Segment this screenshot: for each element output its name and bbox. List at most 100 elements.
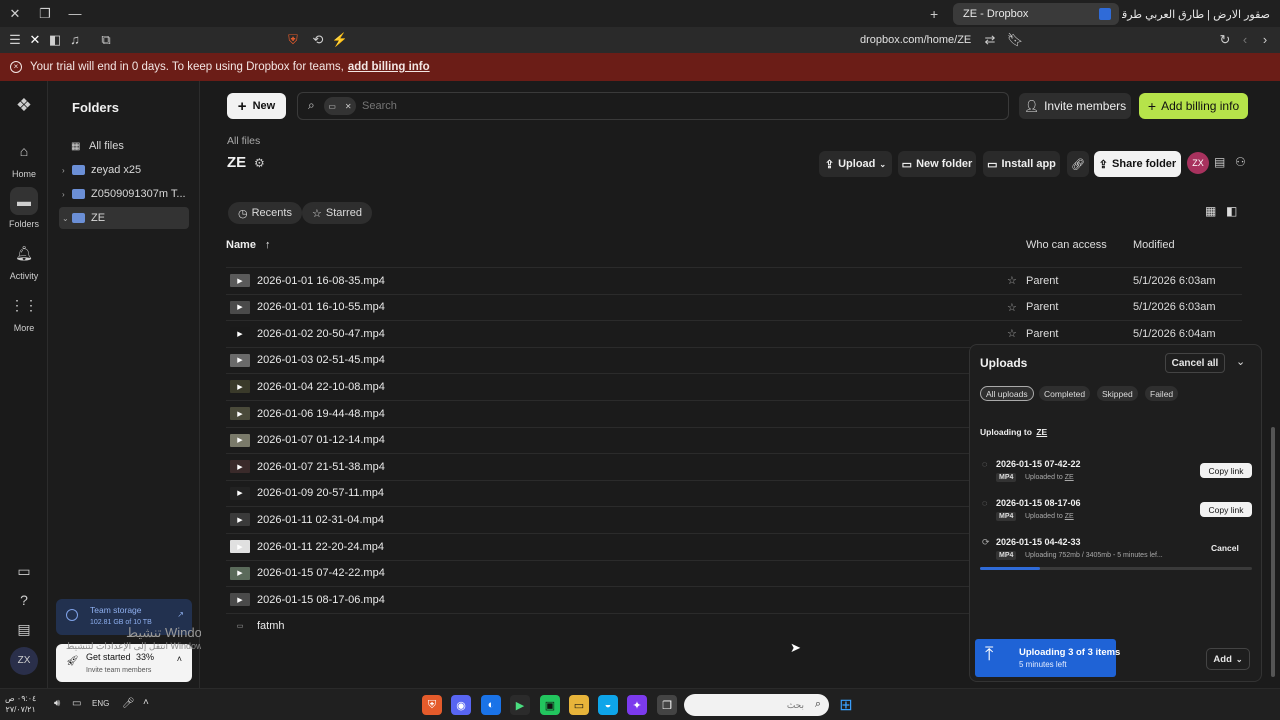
app-taskbar-icon[interactable]: ◐ [481, 695, 501, 715]
chevron-down-icon[interactable]: ⌄ [1236, 355, 1245, 368]
folder-item-ze[interactable]: ⌄ ZE [59, 207, 189, 229]
dropbox-logo-icon[interactable]: ❖ [0, 91, 48, 123]
table-row[interactable]: ▶ 2026-01-01 16-08-35.mp4 ☆ Parent 5/1/2026 … [226, 267, 1242, 293]
file-name[interactable]: 2026-01-04 22-10-08.mp4 [257, 381, 385, 393]
copy-link-icon[interactable]: 🔗︎ [1067, 151, 1089, 177]
share-folder-button[interactable]: ⇪ Share folder [1094, 151, 1181, 177]
file-name[interactable]: 2026-01-11 02-31-04.mp4 [257, 514, 384, 526]
brave-taskbar-icon[interactable]: ⛨ [422, 695, 442, 715]
file-name[interactable]: 2026-01-01 16-08-35.mp4 [257, 275, 385, 287]
member-avatar[interactable]: ZX [1187, 152, 1209, 174]
grid-view-icon[interactable]: ▦ [1205, 204, 1216, 218]
scrollbar[interactable] [1270, 187, 1276, 677]
upload-button[interactable]: ⇪ Upload ⌄ [819, 151, 892, 177]
tab-all-uploads[interactable]: All uploads [980, 386, 1034, 401]
breadcrumb[interactable]: All files [227, 135, 260, 147]
file-name[interactable]: 2026-01-09 20-57-11.mp4 [257, 487, 384, 499]
bookmark-icon[interactable]: 🔖︎ [1005, 27, 1025, 53]
tab-dropbox[interactable]: ZE - Dropbox [953, 3, 1119, 25]
taskbar-search-input[interactable] [694, 697, 804, 713]
starred-filter[interactable]: ☆ Starred [302, 202, 372, 224]
new-button[interactable]: + New [227, 93, 286, 119]
x-icon[interactable]: ✕ [25, 27, 45, 53]
mic-icon[interactable]: 🎤︎ [122, 698, 135, 709]
new-tab-icon[interactable]: + [930, 6, 946, 22]
rail-more[interactable]: ⋮⋮ More [0, 291, 48, 333]
add-billing-button[interactable]: + Add billing info [1139, 93, 1248, 119]
panel-view-icon[interactable]: ◧ [1226, 204, 1237, 218]
file-name[interactable]: 2026-01-02 20-50-47.mp4 [257, 328, 385, 340]
column-name[interactable]: Name ↑ [226, 239, 271, 251]
speaker-icon[interactable]: 🔊︎ [54, 698, 60, 709]
language-indicator[interactable]: ENG [92, 699, 109, 708]
tab-skipped[interactable]: Skipped [1097, 386, 1138, 401]
task-view-icon[interactable]: ❐ [657, 695, 677, 715]
file-name[interactable]: 2026-01-07 21-51-38.mp4 [257, 461, 385, 473]
close-icon[interactable]: ✕ [0, 0, 30, 27]
forward-icon[interactable]: › [1255, 27, 1275, 53]
windows-start-icon[interactable]: ⊞ [836, 695, 856, 715]
tab-failed[interactable]: Failed [1145, 386, 1179, 401]
star-icon[interactable]: ☆ [1007, 274, 1017, 287]
avatar[interactable]: ZX [0, 647, 48, 679]
terminal-taskbar-icon[interactable]: ▣ [540, 695, 560, 715]
invite-members-button[interactable]: 👤︎ Invite members [1019, 93, 1131, 119]
rail-home[interactable]: ⌂ Home [0, 137, 48, 179]
music-icon[interactable]: ♫ [65, 27, 85, 53]
folder-item-all-files[interactable]: ▦ All files [59, 135, 189, 157]
file-name[interactable]: 2026-01-11 22-20-24.mp4 [257, 541, 384, 553]
file-name[interactable]: 2026-01-03 02-51-45.mp4 [257, 354, 385, 366]
extension-icon[interactable]: ⚡ [330, 27, 350, 53]
new-folder-button[interactable]: ▭ New folder [898, 151, 976, 177]
upload-target-link[interactable]: ZE [1036, 427, 1047, 437]
star-icon[interactable]: ☆ [1007, 327, 1017, 340]
file-name[interactable]: 2026-01-01 16-10-55.mp4 [257, 301, 385, 313]
settings-icon[interactable]: ⚙ [254, 156, 265, 170]
people-icon[interactable]: ⚇ [1235, 155, 1246, 169]
rail-activity[interactable]: 🔔︎ Activity [0, 239, 48, 281]
folder-item-z0509[interactable]: › Z0509091307m T... [59, 183, 189, 205]
file-name[interactable]: 2026-01-15 08-17-06.mp4 [257, 594, 385, 606]
screenshot-icon[interactable]: ⧉ [96, 27, 116, 53]
edge-taskbar-icon[interactable]: ◒ [598, 695, 618, 715]
site-settings-icon[interactable]: ⇄ [980, 27, 1000, 53]
tab-completed[interactable]: Completed [1039, 386, 1091, 401]
file-name[interactable]: fatmh [257, 620, 285, 632]
search-box[interactable]: ⌕ ▭ ✕ [297, 92, 1009, 120]
table-row[interactable]: ▶ 2026-01-02 20-50-47.mp4 ☆ Parent 5/1/2026 … [226, 320, 1242, 346]
brave-shield-icon[interactable]: ⛨ [283, 27, 303, 53]
minimize-icon[interactable]: — [60, 0, 90, 27]
network-icon[interactable]: ▭ [72, 698, 81, 709]
file-name[interactable]: 2026-01-06 19-44-48.mp4 [257, 408, 385, 420]
sidebar-icon[interactable]: ◧ [45, 27, 65, 53]
discord-taskbar-icon[interactable]: ◉ [451, 695, 471, 715]
chevron-up-icon[interactable]: ˄ [143, 697, 149, 708]
recents-filter[interactable]: ◷ Recents [228, 202, 302, 224]
menu-icon[interactable]: ☰ [5, 27, 25, 53]
admin-console-icon[interactable]: ▤ [0, 615, 48, 647]
file-explorer-icon[interactable]: ▭ [569, 695, 589, 715]
play-taskbar-icon[interactable]: ▶ [510, 695, 530, 715]
file-name[interactable]: 2026-01-15 07-42-22.mp4 [257, 567, 385, 579]
table-row[interactable]: ▶ 2026-01-01 16-10-55.mp4 ☆ Parent 5/1/2026 … [226, 293, 1242, 320]
folder-item-zeyad[interactable]: › zeyad x25 [59, 159, 189, 181]
install-app-button[interactable]: ▭ Install app [983, 151, 1060, 177]
close-icon[interactable]: ✕ [345, 102, 352, 111]
tab-music[interactable]: صقور الارض | طارق العربي طرقان - ... [1122, 3, 1280, 25]
url-text[interactable]: dropbox.com/home/ZE [860, 27, 971, 53]
add-billing-link[interactable]: add billing info [348, 61, 430, 73]
restore-icon[interactable]: ❐ [30, 0, 60, 27]
help-icon[interactable]: ? [0, 586, 48, 618]
desktop-app-icon[interactable]: ▭ [0, 557, 48, 589]
clock[interactable]: ٠٩:٠٤ ص ٢٧/٠٧/٢١ [5, 693, 36, 715]
search-input[interactable] [362, 97, 662, 115]
add-button[interactable]: Add ⌄ [1206, 648, 1250, 670]
file-name[interactable]: 2026-01-07 01-12-14.mp4 [257, 434, 385, 446]
star-icon[interactable]: ☆ [1007, 301, 1017, 314]
cancel-all-button[interactable]: Cancel all [1165, 353, 1225, 373]
column-modified[interactable]: Modified [1133, 239, 1175, 251]
history-icon[interactable]: ⟲ [308, 27, 328, 53]
folder-filter-chip[interactable]: ▭ ✕ [324, 97, 356, 115]
column-access[interactable]: Who can access [1026, 239, 1107, 251]
document-icon[interactable]: ▤ [1214, 155, 1225, 169]
